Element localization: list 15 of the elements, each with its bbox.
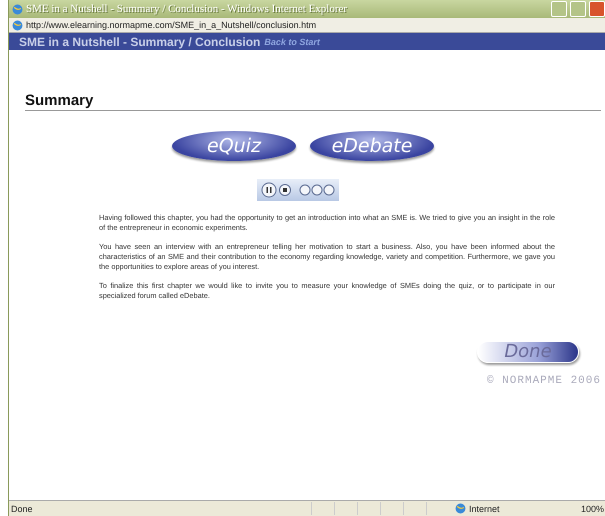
window-title: SME in a Nutshell - Summary / Conclusion - Windows Internet Explorer <box>26 3 348 15</box>
done-button[interactable]: Done <box>477 341 579 363</box>
nav-button[interactable]: eQuiz <box>172 131 296 161</box>
nav-button[interactable]: eDebate <box>310 131 434 161</box>
page-title: SME in a Nutshell - Summary / Conclusion <box>19 34 260 48</box>
status-text: Done <box>10 504 34 514</box>
copyright-text: © NORMAPME 2006 <box>486 375 601 387</box>
media-player[interactable] <box>257 179 339 201</box>
back-link[interactable]: Back to Start <box>264 36 320 46</box>
address-bar[interactable]: http://www.elearning.normapme.com/SME_in_a_Nutshell/conclusion.htm <box>9 18 605 33</box>
zone-text: Internet <box>469 504 501 514</box>
zoom-level[interactable]: 100% <box>581 504 604 514</box>
section-heading: Summary <box>25 92 601 111</box>
close-button[interactable] <box>589 1 605 17</box>
address-text: http://www.elearning.normapme.com/SME_in_a_Nutshell/conclusion.htm <box>26 20 318 30</box>
